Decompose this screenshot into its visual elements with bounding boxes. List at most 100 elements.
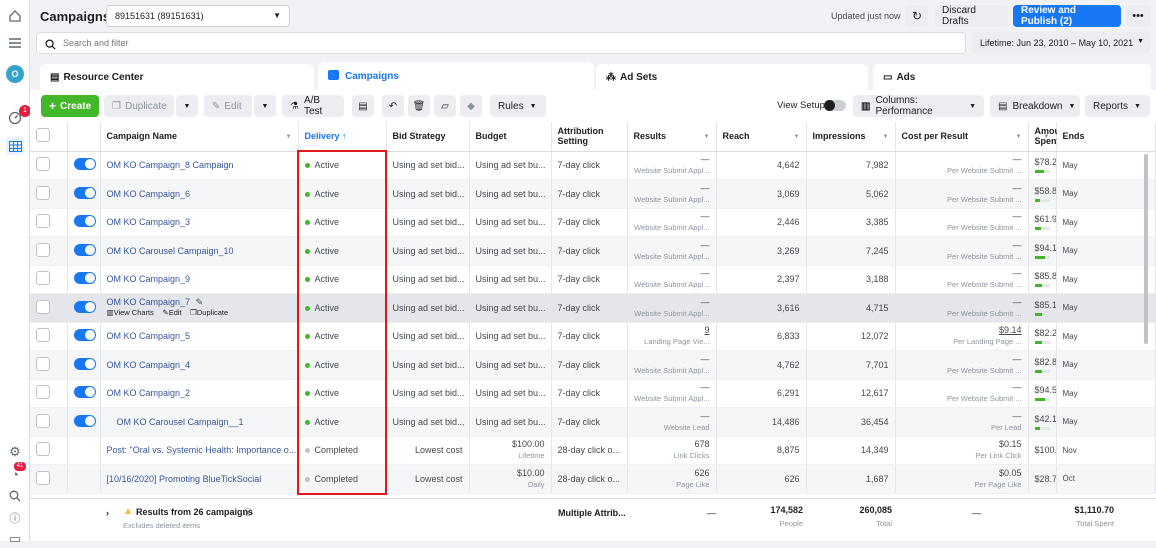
refresh-button[interactable]: ↻ bbox=[906, 5, 928, 27]
rules-button[interactable]: Rules ▼ bbox=[490, 95, 546, 117]
row-checkbox[interactable] bbox=[36, 271, 50, 286]
campaign-name-cell[interactable]: OM KO Campaign_7 ✎ ▥View Charts ✎Edit ❐D… bbox=[100, 293, 299, 323]
toggle-cell[interactable] bbox=[67, 407, 101, 437]
table-row[interactable]: OM KO Campaign_3 Active Using ad set bid… bbox=[30, 208, 1156, 237]
ab-test-button[interactable]: ⚗ A/B Test bbox=[282, 95, 344, 117]
row-checkbox[interactable] bbox=[36, 328, 50, 343]
campaign-name-link[interactable]: OM KO Campaign_2 bbox=[107, 388, 191, 398]
row-select-cell[interactable] bbox=[30, 265, 68, 294]
tab-ad-sets[interactable]: ⁂ Ad Sets bbox=[596, 64, 868, 90]
table-row[interactable]: OM KO Carousel Campaign_10 Active Using … bbox=[30, 236, 1156, 266]
col-bid-strategy[interactable]: Bid Strategy bbox=[386, 122, 470, 152]
col-budget[interactable]: Budget bbox=[469, 122, 552, 152]
col-amount-spent[interactable]: Amount Spent ▼ bbox=[1028, 122, 1069, 152]
settings-icon[interactable]: ⚙ bbox=[6, 443, 24, 461]
date-range-selector[interactable]: Lifetime: Jun 23, 2010 – May 10, 2021 ▼ bbox=[972, 32, 1150, 54]
campaign-name-cell[interactable]: OM KO Campaign_5 bbox=[100, 322, 299, 351]
campaign-name-link[interactable]: [10/16/2020] Promoting BlueTickSocial bbox=[107, 474, 262, 484]
table-row[interactable]: OM KO Campaign_8 Campaign Active Using a… bbox=[30, 151, 1156, 180]
row-select-cell[interactable] bbox=[30, 236, 68, 266]
row-select-cell[interactable] bbox=[30, 322, 68, 351]
col-impressions[interactable]: Impressions ▼ bbox=[806, 122, 896, 152]
campaign-name-cell[interactable]: OM KO Campaign_2 bbox=[100, 379, 299, 408]
campaign-name-link[interactable]: OM KO Carousel Campaign__1 bbox=[117, 417, 244, 427]
tab-resource-center[interactable]: ▤ Resource Center bbox=[40, 64, 314, 90]
row-checkbox[interactable] bbox=[36, 214, 50, 229]
col-ends[interactable]: Ends bbox=[1056, 122, 1156, 152]
discard-drafts-button[interactable]: Discard Drafts bbox=[934, 5, 1008, 27]
campaign-name-cell[interactable]: Post: "Oral vs. Systemic Health: Importa… bbox=[100, 436, 299, 465]
toggle-cell[interactable] bbox=[67, 322, 101, 351]
duplicate-link[interactable]: ❐Duplicate bbox=[190, 308, 228, 317]
table-icon[interactable] bbox=[6, 137, 24, 155]
account-selector[interactable]: 89151631 (89151631) ▼ bbox=[106, 5, 290, 27]
row-checkbox[interactable] bbox=[36, 385, 50, 400]
select-all-checkbox[interactable] bbox=[36, 128, 50, 143]
edit-button[interactable]: ✎ Edit bbox=[204, 95, 252, 117]
view-setup-toggle[interactable] bbox=[824, 100, 846, 111]
avatar[interactable]: O bbox=[6, 65, 24, 83]
campaign-toggle[interactable] bbox=[73, 215, 96, 228]
toggle-cell[interactable] bbox=[67, 208, 101, 237]
campaign-name-cell[interactable]: OM KO Campaign_8 Campaign bbox=[100, 151, 299, 180]
row-select-cell[interactable] bbox=[30, 151, 68, 180]
columns-button[interactable]: ▥ Columns: Performance ▼ bbox=[853, 95, 984, 117]
toggle-cell[interactable] bbox=[67, 350, 101, 380]
table-row[interactable]: OM KO Carousel Campaign__1 Active Using … bbox=[30, 407, 1156, 437]
create-button[interactable]: + Create bbox=[41, 95, 99, 117]
table-row[interactable]: OM KO Campaign_9 Active Using ad set bid… bbox=[30, 265, 1156, 294]
duplicate-dropdown[interactable]: ▼ bbox=[176, 95, 198, 117]
campaign-toggle[interactable] bbox=[73, 300, 96, 313]
campaign-toggle[interactable] bbox=[73, 386, 96, 399]
edit-link[interactable]: ✎Edit bbox=[162, 308, 181, 317]
table-row[interactable]: OM KO Campaign_6 Active Using ad set bid… bbox=[30, 179, 1156, 209]
search-box[interactable] bbox=[36, 32, 966, 54]
col-delivery[interactable]: Delivery ↑ bbox=[298, 122, 387, 152]
vertical-scrollbar[interactable] bbox=[1144, 154, 1148, 344]
table-row[interactable]: OM KO Campaign_4 Active Using ad set bid… bbox=[30, 350, 1156, 380]
row-select-cell[interactable] bbox=[30, 379, 68, 408]
clipboard-button[interactable]: ▤ bbox=[352, 95, 374, 117]
campaign-name-cell[interactable]: OM KO Campaign_9 bbox=[100, 265, 299, 294]
more-button[interactable]: ••• bbox=[1126, 5, 1150, 27]
tab-ads[interactable]: ▭ Ads bbox=[873, 64, 1151, 90]
campaign-toggle[interactable] bbox=[73, 272, 96, 285]
expand-chevron-icon[interactable]: › bbox=[106, 508, 109, 518]
row-select-cell[interactable] bbox=[30, 208, 68, 237]
duplicate-button[interactable]: ❐ Duplicate bbox=[104, 95, 174, 117]
breakdown-button[interactable]: ▤ Breakdown ▼ bbox=[990, 95, 1080, 117]
menu-icon[interactable] bbox=[6, 34, 24, 52]
toggle-cell[interactable] bbox=[67, 151, 101, 180]
row-checkbox[interactable] bbox=[36, 442, 50, 457]
campaign-name-link[interactable]: OM KO Campaign_8 Campaign bbox=[107, 160, 234, 170]
row-select-cell[interactable] bbox=[30, 350, 68, 380]
search-input[interactable] bbox=[63, 36, 943, 50]
row-select-cell[interactable] bbox=[30, 436, 68, 465]
view-charts-link[interactable]: ▥View Charts bbox=[107, 308, 154, 317]
search-icon[interactable] bbox=[6, 487, 24, 505]
row-select-cell[interactable] bbox=[30, 464, 68, 494]
tab-campaigns[interactable]: Campaigns bbox=[318, 62, 594, 90]
table-row[interactable]: OM KO Campaign_2 Active Using ad set bid… bbox=[30, 379, 1156, 408]
row-select-cell[interactable] bbox=[30, 407, 68, 437]
tag-button[interactable]: ◆ bbox=[460, 95, 482, 117]
campaign-name-link[interactable]: OM KO Campaign_3 bbox=[107, 217, 191, 227]
help-icon[interactable]: ⓘ bbox=[6, 509, 24, 527]
row-checkbox[interactable] bbox=[36, 413, 50, 428]
campaign-name-link[interactable]: OM KO Campaign_6 bbox=[107, 189, 191, 199]
preview-button[interactable]: ▱ bbox=[434, 95, 456, 117]
campaign-toggle[interactable] bbox=[73, 414, 96, 427]
review-publish-button[interactable]: Review and Publish (2) bbox=[1013, 5, 1121, 27]
row-checkbox[interactable] bbox=[36, 185, 50, 200]
row-checkbox[interactable] bbox=[36, 157, 50, 172]
col-attribution[interactable]: Attribution Setting bbox=[551, 122, 628, 152]
campaign-name-cell[interactable]: [10/16/2020] Promoting BlueTickSocial bbox=[100, 464, 299, 494]
campaign-name-cell[interactable]: OM KO Carousel Campaign_10 bbox=[100, 236, 299, 266]
col-results[interactable]: Results ▼ bbox=[627, 122, 717, 152]
row-select-cell[interactable] bbox=[30, 293, 68, 323]
campaign-name-link[interactable]: OM KO Carousel Campaign_10 bbox=[107, 246, 234, 256]
campaign-name-link[interactable]: Post: "Oral vs. Systemic Health: Importa… bbox=[107, 445, 297, 455]
toggle-cell[interactable] bbox=[67, 436, 101, 465]
campaign-toggle[interactable] bbox=[73, 186, 96, 199]
row-checkbox[interactable] bbox=[36, 470, 50, 485]
